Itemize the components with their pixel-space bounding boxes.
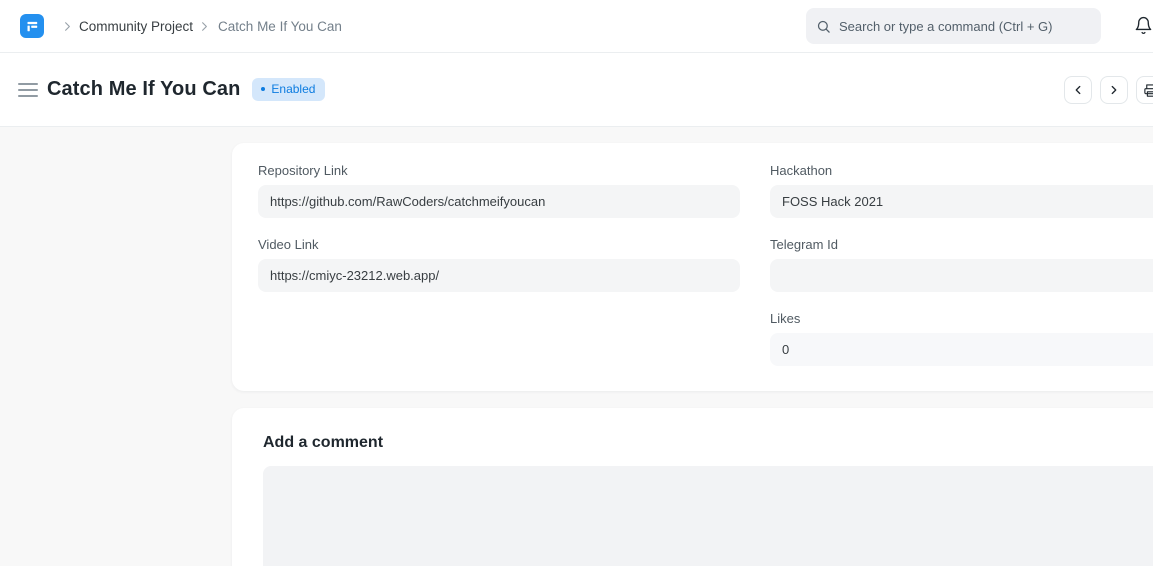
print-button[interactable] bbox=[1136, 76, 1153, 104]
navbar: Community Project Catch Me If You Can bbox=[0, 0, 1153, 53]
video-link-input[interactable] bbox=[258, 259, 740, 292]
breadcrumb: Community Project Catch Me If You Can bbox=[56, 19, 342, 34]
likes-input[interactable] bbox=[770, 333, 1153, 366]
chevron-left-icon bbox=[1071, 83, 1085, 97]
printer-icon bbox=[1143, 83, 1153, 98]
status-badge: Enabled bbox=[252, 78, 325, 101]
telegram-id-input[interactable] bbox=[770, 259, 1153, 292]
form-column-right: Hackathon Telegram Id Likes bbox=[770, 163, 1153, 366]
chevron-right-icon bbox=[197, 19, 212, 34]
chevron-right-icon bbox=[1107, 83, 1121, 97]
comment-section: Add a comment bbox=[232, 408, 1153, 566]
field-likes: Likes bbox=[770, 311, 1153, 366]
comment-input[interactable] bbox=[263, 466, 1153, 566]
repository-link-input[interactable] bbox=[258, 185, 740, 218]
form-section: Repository Link Video Link Hackathon Tel… bbox=[232, 143, 1153, 391]
breadcrumb-item-community-project[interactable]: Community Project bbox=[79, 19, 193, 34]
frappe-logo[interactable] bbox=[20, 14, 44, 38]
telegram-id-label: Telegram Id bbox=[770, 237, 1153, 252]
repository-link-label: Repository Link bbox=[258, 163, 740, 178]
likes-label: Likes bbox=[770, 311, 1153, 326]
status-dot-icon bbox=[261, 87, 265, 91]
hackathon-label: Hackathon bbox=[770, 163, 1153, 178]
previous-record-button[interactable] bbox=[1064, 76, 1092, 104]
search-icon bbox=[816, 19, 831, 34]
frappe-logo-icon bbox=[25, 19, 40, 34]
field-video-link: Video Link bbox=[258, 237, 740, 292]
bell-icon bbox=[1134, 16, 1153, 35]
breadcrumb-item-current: Catch Me If You Can bbox=[218, 19, 342, 34]
field-repository-link: Repository Link bbox=[258, 163, 740, 218]
chevron-right-icon bbox=[60, 19, 75, 34]
page-title: Catch Me If You Can bbox=[47, 78, 240, 101]
menu-icon[interactable] bbox=[18, 80, 38, 100]
video-link-label: Video Link bbox=[258, 237, 740, 252]
global-search-bar[interactable] bbox=[806, 8, 1101, 44]
search-input[interactable] bbox=[839, 19, 1091, 34]
field-telegram-id: Telegram Id bbox=[770, 237, 1153, 292]
status-badge-label: Enabled bbox=[271, 82, 315, 96]
app-window: Community Project Catch Me If You Can Ca… bbox=[0, 0, 1153, 566]
next-record-button[interactable] bbox=[1100, 76, 1128, 104]
page-head-actions bbox=[1064, 76, 1153, 104]
page-head: Catch Me If You Can Enabled bbox=[0, 53, 1153, 127]
form-column-left: Repository Link Video Link bbox=[258, 163, 740, 366]
notifications-bell-button[interactable] bbox=[1134, 16, 1153, 35]
page-body: Repository Link Video Link Hackathon Tel… bbox=[0, 127, 1153, 566]
hackathon-input[interactable] bbox=[770, 185, 1153, 218]
comment-section-heading: Add a comment bbox=[263, 434, 1153, 452]
field-hackathon: Hackathon bbox=[770, 163, 1153, 218]
